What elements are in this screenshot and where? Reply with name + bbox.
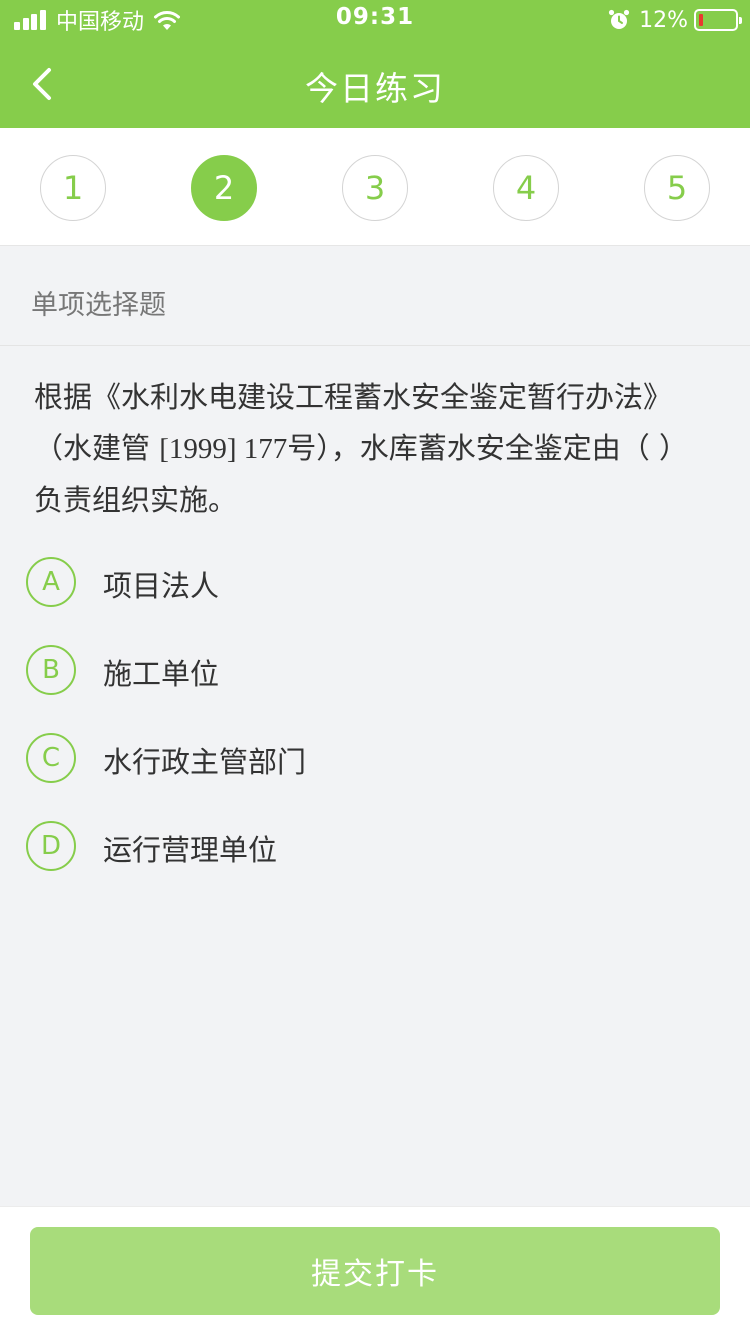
app-header: 中国移动 09:31 12% 今日练习 bbox=[0, 0, 750, 128]
status-bar: 中国移动 09:31 12% bbox=[0, 0, 750, 40]
option-d-letter: D bbox=[26, 821, 76, 871]
option-a-text: 项目法人 bbox=[103, 569, 220, 603]
question-stem: 根据《水利水电建设工程蓄水安全鉴定暂行办法》（水建管 [1999] 177号），… bbox=[34, 372, 714, 526]
status-right: 12% bbox=[607, 6, 742, 34]
question-number-2[interactable]: 2 bbox=[191, 155, 257, 221]
navigation-bar: 今日练习 bbox=[0, 40, 750, 128]
page: 中国移动 09:31 12% 今日练习 1 2 3 4 5 单项选择题 根据《水… bbox=[0, 0, 750, 1334]
question-type-label: 单项选择题 bbox=[31, 290, 166, 321]
question-number-strip: 1 2 3 4 5 bbox=[0, 128, 750, 246]
option-c[interactable]: C 水行政主管部门 bbox=[26, 733, 716, 785]
question-type-bar: 单项选择题 bbox=[0, 247, 750, 346]
option-b-letter: B bbox=[26, 645, 76, 695]
battery-icon bbox=[694, 9, 742, 31]
question-number-1[interactable]: 1 bbox=[40, 155, 106, 221]
option-d[interactable]: D 运行营理单位 bbox=[26, 821, 716, 873]
option-a-letter: A bbox=[26, 557, 76, 607]
question-number-3[interactable]: 3 bbox=[342, 155, 408, 221]
option-c-letter: C bbox=[26, 733, 76, 783]
option-c-text: 水行政主管部门 bbox=[103, 745, 307, 779]
option-b-text: 施工单位 bbox=[103, 657, 220, 691]
option-a[interactable]: A 项目法人 bbox=[26, 557, 716, 609]
question-number-5[interactable]: 5 bbox=[644, 155, 710, 221]
submit-checkin-button[interactable]: 提交打卡 bbox=[30, 1227, 720, 1315]
alarm-clock-icon bbox=[608, 9, 630, 29]
page-title: 今日练习 bbox=[305, 69, 445, 108]
option-b[interactable]: B 施工单位 bbox=[26, 645, 716, 697]
question-stem-doc-number: [1999] 177 bbox=[159, 433, 288, 465]
battery-percentage: 12% bbox=[639, 7, 688, 33]
option-d-text: 运行营理单位 bbox=[103, 833, 278, 867]
bottom-bar: 提交打卡 bbox=[0, 1206, 750, 1334]
question-number-4[interactable]: 4 bbox=[493, 155, 559, 221]
